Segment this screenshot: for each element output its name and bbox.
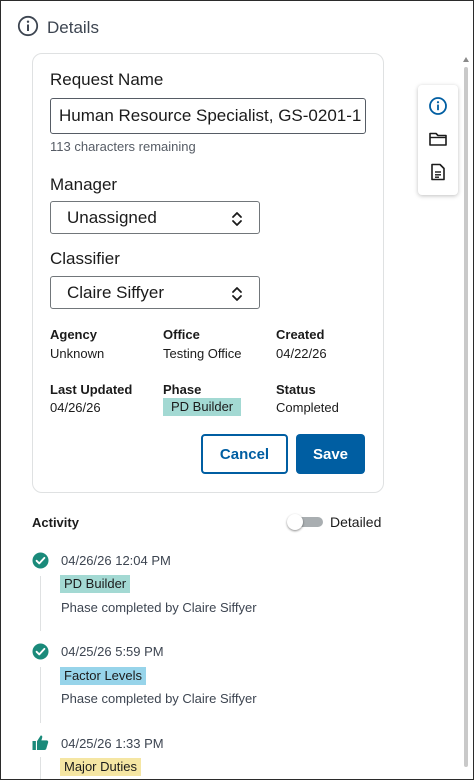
document-icon[interactable] — [427, 161, 449, 183]
event-date: 04/26/26 12:04 PM — [61, 553, 171, 568]
scrollbar-thumb[interactable] — [464, 67, 468, 767]
created-value: 04/22/26 — [276, 346, 327, 361]
thumbs-up-icon — [32, 734, 49, 751]
event-phase-tag: PD Builder — [60, 575, 131, 593]
timeline-connector — [40, 757, 41, 779]
classifier-label: Classifier — [50, 249, 120, 268]
select-arrows-icon — [231, 283, 243, 314]
manager-label: Manager — [50, 175, 118, 194]
toggle-knob — [287, 514, 303, 530]
office-value: Testing Office — [163, 346, 242, 361]
timeline-connector — [40, 667, 41, 723]
status-label: Status — [276, 382, 316, 397]
check-circle-icon — [32, 643, 49, 660]
office-label: Office — [163, 327, 200, 342]
panel-header: Details — [17, 15, 99, 41]
phase-label: Phase — [163, 382, 202, 397]
last-updated-value: 04/26/26 — [50, 400, 101, 415]
status-value: Completed — [276, 400, 339, 415]
info-icon[interactable] — [427, 95, 449, 117]
check-circle-icon — [32, 552, 49, 569]
request-name-label: Request Name — [50, 70, 164, 89]
side-toolbar — [418, 85, 458, 195]
request-details-card: Request Name Human Resource Specialist, … — [32, 53, 384, 493]
timeline-connector — [40, 576, 41, 631]
detailed-toggle[interactable] — [287, 514, 323, 530]
created-label: Created — [276, 327, 325, 342]
cancel-button[interactable]: Cancel — [201, 434, 288, 474]
event-description: Phase completed by Claire Siffyer — [61, 691, 257, 706]
request-name-input[interactable]: Human Resource Specialist, GS-0201-1 — [50, 98, 366, 134]
classifier-select-value: Claire Siffyer — [67, 283, 164, 302]
event-description: Phase completed by Claire Siffyer — [61, 600, 257, 615]
folder-icon[interactable] — [427, 128, 449, 150]
panel-title: Details — [47, 18, 99, 37]
last-updated-label: Last Updated — [50, 382, 133, 397]
event-phase-tag: Factor Levels — [60, 667, 147, 685]
manager-select[interactable]: Unassigned — [50, 201, 260, 234]
event-phase-tag: Major Duties — [60, 758, 141, 776]
info-icon — [17, 15, 39, 42]
event-date: 04/25/26 1:33 PM — [61, 736, 164, 751]
characters-remaining-hint: 113 characters remaining — [50, 139, 196, 154]
phase-badge: PD Builder — [163, 398, 242, 416]
details-panel: Details Request Name Human Resource Spec… — [0, 0, 474, 780]
vertical-scrollbar[interactable] — [463, 57, 469, 777]
save-button[interactable]: Save — [296, 434, 365, 474]
agency-value: Unknown — [50, 346, 105, 361]
agency-label: Agency — [50, 327, 97, 342]
event-date: 04/25/26 5:59 PM — [61, 644, 164, 659]
scroll-up-arrow-icon[interactable] — [463, 57, 469, 62]
manager-select-value: Unassigned — [67, 208, 157, 227]
detailed-toggle-label: Detailed — [330, 514, 382, 530]
classifier-select[interactable]: Claire Siffyer — [50, 276, 260, 309]
activity-heading: Activity — [32, 515, 79, 530]
select-arrows-icon — [231, 208, 243, 239]
